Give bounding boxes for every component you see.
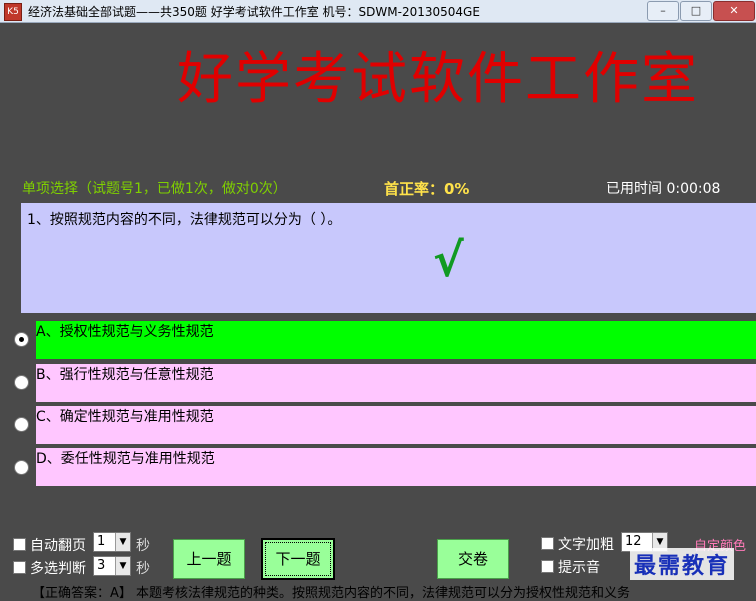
title-bar: K5 经济法基础全部试题——共350题 好学考试软件工作室 机号：SDWM-20… (0, 0, 756, 23)
multi-judge-checkbox[interactable] (13, 561, 26, 574)
bold-text-checkbox[interactable] (541, 537, 554, 550)
accuracy-rate: 首正率：0% (384, 180, 470, 198)
close-icon[interactable]: ✕ (713, 1, 755, 21)
next-question-button[interactable]: 下一题 (261, 538, 335, 580)
option-d[interactable]: D、委任性规范与准用性规范 (36, 448, 756, 486)
bold-text-label: 文字加粗 (558, 537, 614, 553)
option-a-text: A、授权性规范与义务性规范 (36, 324, 214, 340)
answer-explanation: 【正确答案：A】 本题考核法律规范的种类。按照规范内容的不同，法律规范可以分为授… (32, 586, 631, 601)
multi-judge-select[interactable]: 3 ▼ (93, 556, 131, 576)
sound-label: 提示音 (558, 560, 600, 576)
multi-judge-value: 3 (97, 558, 106, 573)
option-c-text: C、确定性规范与准用性规范 (36, 409, 214, 425)
multi-judge-unit: 秒 (136, 561, 150, 577)
watermark-logo: 最需教育 (630, 548, 735, 580)
auto-page-unit: 秒 (136, 538, 150, 554)
multi-judge-label: 多选判断 (30, 561, 86, 577)
prev-question-button[interactable]: 上一题 (173, 539, 245, 579)
maximize-icon[interactable]: □ (680, 1, 712, 21)
question-info: 单项选择（试题号1，已做1次，做对0次） (22, 181, 287, 197)
chevron-down-icon: ▼ (115, 533, 130, 551)
option-b[interactable]: B、强行性规范与任意性规范 (36, 364, 756, 402)
chevron-down-icon: ▼ (115, 557, 130, 575)
minimize-icon[interactable]: – (647, 1, 679, 21)
option-a[interactable]: A、授权性规范与义务性规范 (36, 321, 756, 359)
option-b-radio[interactable] (14, 375, 29, 390)
submit-button[interactable]: 交卷 (437, 539, 509, 579)
option-a-radio[interactable] (14, 332, 29, 347)
auto-page-label: 自动翻页 (30, 538, 86, 554)
auto-page-value: 1 (97, 534, 106, 549)
option-b-text: B、强行性规范与任意性规范 (36, 367, 214, 383)
window-controls: – □ ✕ (647, 0, 756, 21)
auto-page-select[interactable]: 1 ▼ (93, 532, 131, 552)
auto-page-checkbox[interactable] (13, 538, 26, 551)
question-text: 1、按照规范内容的不同，法律规范可以分为（ ）。 (27, 212, 342, 228)
correct-check-icon: √ (433, 233, 464, 287)
option-c[interactable]: C、确定性规范与准用性规范 (36, 406, 756, 444)
question-panel: 1、按照规范内容的不同，法律规范可以分为（ ）。 √ (21, 203, 756, 313)
option-c-radio[interactable] (14, 417, 29, 432)
app-icon: K5 (4, 3, 22, 21)
window-title: 经济法基础全部试题——共350题 好学考试软件工作室 机号：SDWM-20130… (28, 5, 480, 19)
elapsed-time: 已用时间 0:00:08 (606, 181, 721, 197)
option-d-text: D、委任性规范与准用性规范 (36, 451, 215, 467)
option-d-radio[interactable] (14, 460, 29, 475)
sound-checkbox[interactable] (541, 560, 554, 573)
banner-title: 好学考试软件工作室 (177, 47, 699, 112)
